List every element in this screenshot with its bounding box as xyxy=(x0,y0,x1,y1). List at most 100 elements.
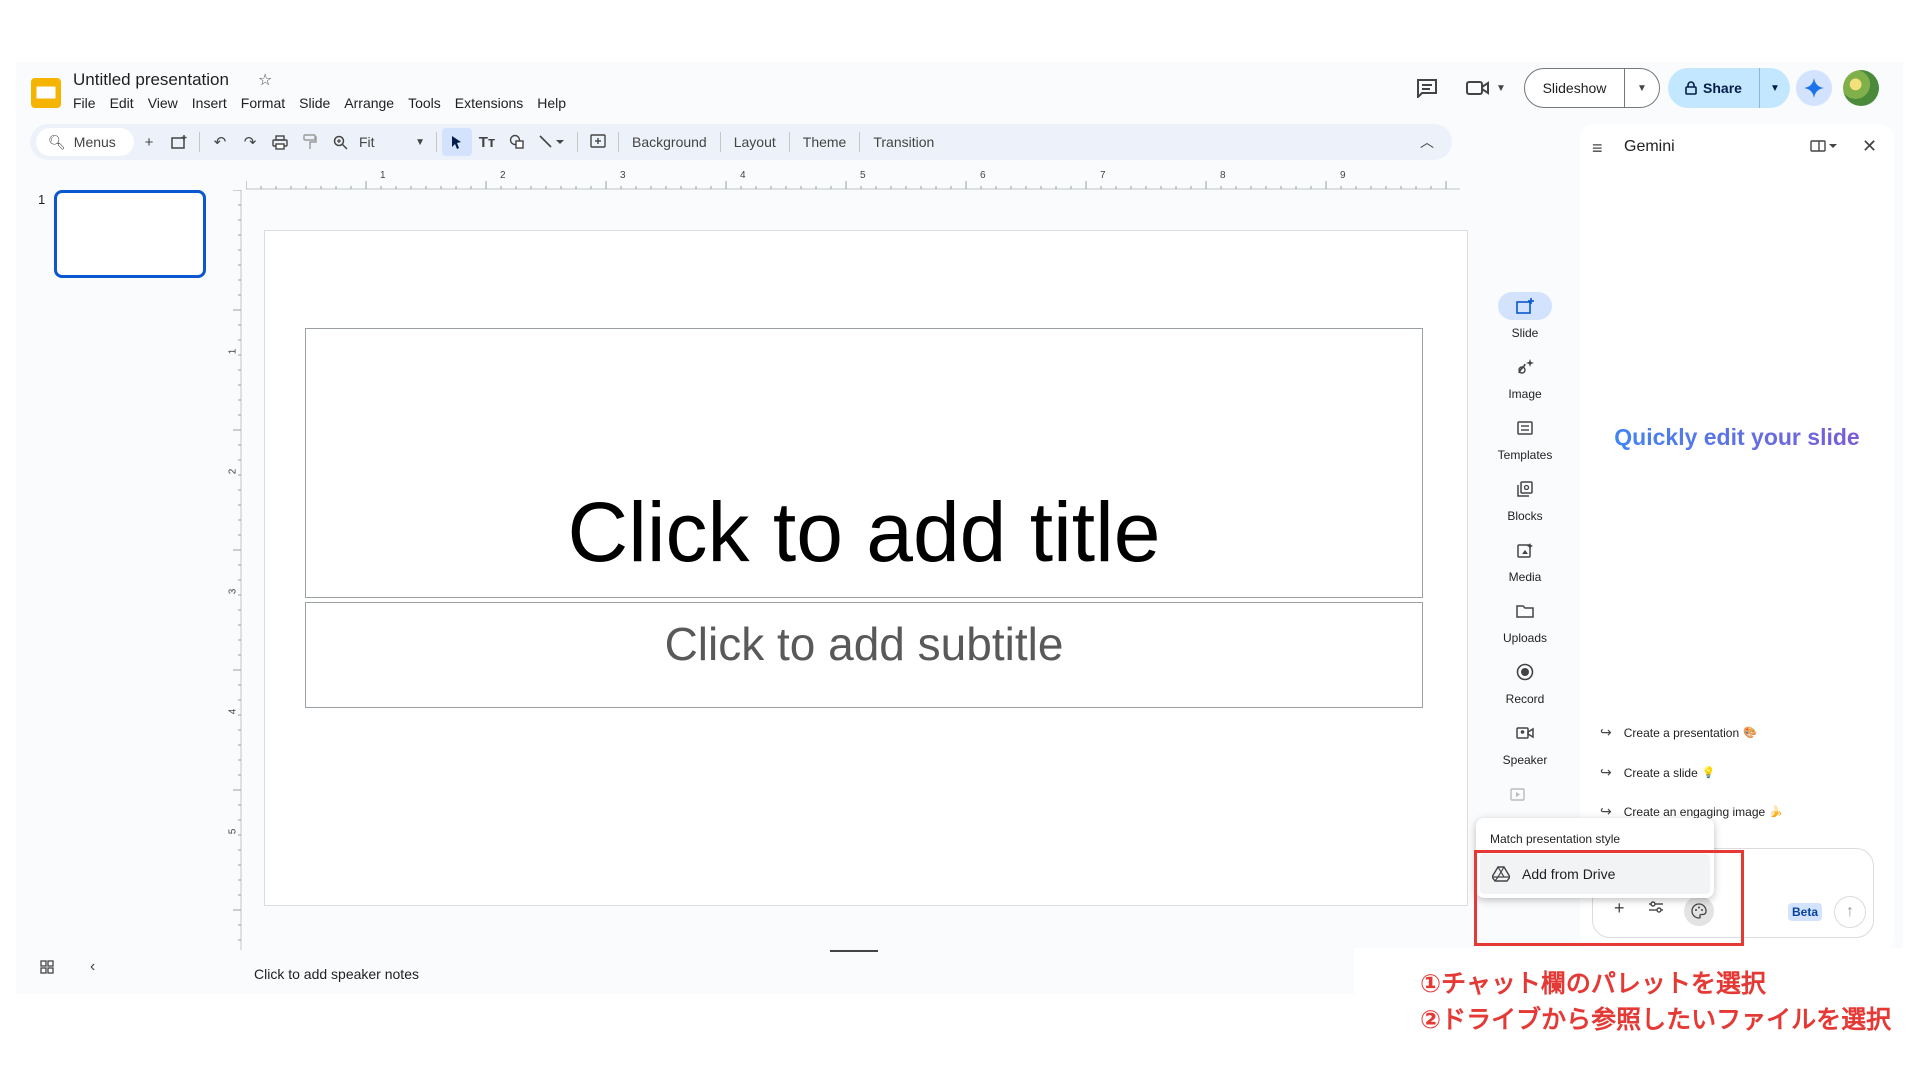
background-button[interactable]: Background xyxy=(624,134,715,150)
title-placeholder: Click to add title xyxy=(567,485,1161,579)
search-icon: 🔍︎ xyxy=(48,133,66,150)
menu-arrange[interactable]: Arrange xyxy=(344,95,402,111)
share-main[interactable]: Share xyxy=(1668,68,1760,108)
meet-icon[interactable]: ▼ xyxy=(1466,80,1506,96)
toolbar-divider xyxy=(436,132,437,152)
menu-edit[interactable]: Edit xyxy=(110,95,142,111)
chevron-down-icon[interactable]: ▼ xyxy=(1625,83,1659,94)
ruler-left-labels: 1 2 3 4 5 xyxy=(227,190,240,950)
menu-file[interactable]: File xyxy=(73,95,104,111)
share-button[interactable]: Share ▼ xyxy=(1668,68,1790,108)
rail-templates[interactable]: Templates xyxy=(1494,414,1556,462)
menu-slide[interactable]: Slide xyxy=(299,95,338,111)
star-icon[interactable]: ☆ xyxy=(258,70,272,90)
line-icon[interactable] xyxy=(532,128,572,156)
share-label: Share xyxy=(1703,80,1742,96)
send-arrow-icon[interactable]: ↑ xyxy=(1834,896,1866,928)
gemini-hero-text: Quickly edit your slide xyxy=(1580,424,1894,451)
main-toolbar: 🔍︎ Menus + ↶ ↷ Fit ▼ Tт Background Layou… xyxy=(30,124,1452,160)
avatar[interactable] xyxy=(1843,70,1879,106)
hamburger-menu-icon[interactable]: ≡ xyxy=(1592,138,1603,159)
ruler-label: 2 xyxy=(227,468,239,475)
more-tools-icon[interactable] xyxy=(1510,786,1528,802)
arrow-return-icon: ↪ xyxy=(1600,764,1612,780)
ruler-label: 5 xyxy=(860,170,866,181)
gemini-spark-icon[interactable] xyxy=(1796,70,1832,106)
rail-speaker[interactable]: Speaker xyxy=(1494,719,1556,767)
rail-record[interactable]: Record xyxy=(1494,658,1556,706)
rail-media[interactable]: Media xyxy=(1494,536,1556,584)
menus-search[interactable]: 🔍︎ Menus xyxy=(36,128,134,156)
gemini-title: Gemini xyxy=(1624,138,1675,155)
suggestion-label: Create an engaging image xyxy=(1623,804,1766,819)
close-icon[interactable]: ✕ xyxy=(1862,136,1877,157)
transition-button[interactable]: Transition xyxy=(865,134,942,150)
toolbar-divider xyxy=(577,132,578,152)
templates-icon xyxy=(1498,414,1552,442)
menu-tools[interactable]: Tools xyxy=(408,95,449,111)
highlight-box xyxy=(1474,850,1744,946)
menu-format[interactable]: Format xyxy=(241,95,293,111)
rail-label: Image xyxy=(1508,387,1542,401)
palette-emoji: 🎨 xyxy=(1743,727,1757,739)
menu-insert[interactable]: Insert xyxy=(192,95,235,111)
speaker-video-icon xyxy=(1498,719,1552,747)
zoom-value: Fit xyxy=(359,134,375,150)
suggestion-create-slide[interactable]: ↪ Create a slide 💡 xyxy=(1600,764,1715,781)
document-title[interactable]: Untitled presentation xyxy=(73,70,229,90)
theme-button[interactable]: Theme xyxy=(795,134,855,150)
title-placeholder-box[interactable]: Click to add title xyxy=(305,328,1423,598)
rail-label: Uploads xyxy=(1502,631,1548,645)
new-slide-plus-icon[interactable]: + xyxy=(134,128,164,156)
ruler-label: 9 xyxy=(1340,170,1346,181)
gemini-hero-label: Quickly edit your slide xyxy=(1614,424,1860,450)
new-slide-layout-icon[interactable] xyxy=(164,128,194,156)
lightbulb-emoji: 💡 xyxy=(1701,767,1716,779)
comment-add-icon[interactable] xyxy=(583,128,613,156)
suggestion-create-presentation[interactable]: ↪ Create a presentation 🎨 xyxy=(1600,724,1757,741)
rail-blocks[interactable]: Blocks xyxy=(1494,475,1556,523)
rail-image[interactable]: Image xyxy=(1494,353,1556,401)
blocks-icon xyxy=(1498,475,1552,503)
ruler-label: 4 xyxy=(740,170,746,181)
menu-help[interactable]: Help xyxy=(537,95,574,111)
chevron-left-icon[interactable]: ‹ xyxy=(90,958,95,976)
ruler-label: 5 xyxy=(227,828,239,835)
undo-icon[interactable]: ↶ xyxy=(205,128,235,156)
zoom-icon[interactable] xyxy=(325,128,355,156)
comment-icon[interactable] xyxy=(1416,78,1438,98)
print-icon[interactable] xyxy=(265,128,295,156)
ruler-label: 8 xyxy=(1220,170,1226,181)
slideshow-label[interactable]: Slideshow xyxy=(1525,69,1625,107)
image-spark-icon xyxy=(1498,353,1552,381)
slides-logo-icon[interactable] xyxy=(30,76,62,110)
paint-format-icon[interactable] xyxy=(295,128,325,156)
layout-button[interactable]: Layout xyxy=(726,134,784,150)
rail-uploads[interactable]: Uploads xyxy=(1494,597,1556,645)
ruler-label: 2 xyxy=(500,170,506,181)
add-slide-icon xyxy=(1498,292,1552,320)
slide-thumbnail[interactable] xyxy=(54,190,206,278)
shape-icon[interactable] xyxy=(502,128,532,156)
menu-view[interactable]: View xyxy=(148,95,186,111)
dock-panel-icon[interactable] xyxy=(1810,139,1838,153)
rail-slide[interactable]: Slide xyxy=(1494,292,1556,340)
zoom-select[interactable]: Fit ▼ xyxy=(355,134,431,150)
grid-view-icon[interactable] xyxy=(40,960,54,974)
menu-bar: File Edit View Insert Format Slide Arran… xyxy=(73,95,580,111)
ruler-label: 1 xyxy=(380,170,386,181)
annotation-step-2: ②ドライブから参照したいファイルを選択 xyxy=(1420,1005,1892,1034)
chevron-down-icon: ▼ xyxy=(415,137,425,148)
speaker-notes-placeholder[interactable]: Click to add speaker notes xyxy=(254,966,419,982)
select-cursor-icon[interactable] xyxy=(442,128,472,156)
menu-extensions[interactable]: Extensions xyxy=(455,95,531,111)
slideshow-button[interactable]: Slideshow ▼ xyxy=(1524,68,1660,108)
chevron-up-icon[interactable]: ︿ xyxy=(1420,132,1434,152)
subtitle-placeholder-box[interactable]: Click to add subtitle xyxy=(305,602,1423,708)
chevron-down-icon[interactable]: ▼ xyxy=(1760,83,1790,94)
suggestion-label: Create a slide xyxy=(1623,765,1698,780)
text-box-icon[interactable]: Tт xyxy=(472,128,502,156)
notes-resize-handle[interactable] xyxy=(830,950,878,952)
lock-icon xyxy=(1685,81,1697,95)
redo-icon[interactable]: ↷ xyxy=(235,128,265,156)
